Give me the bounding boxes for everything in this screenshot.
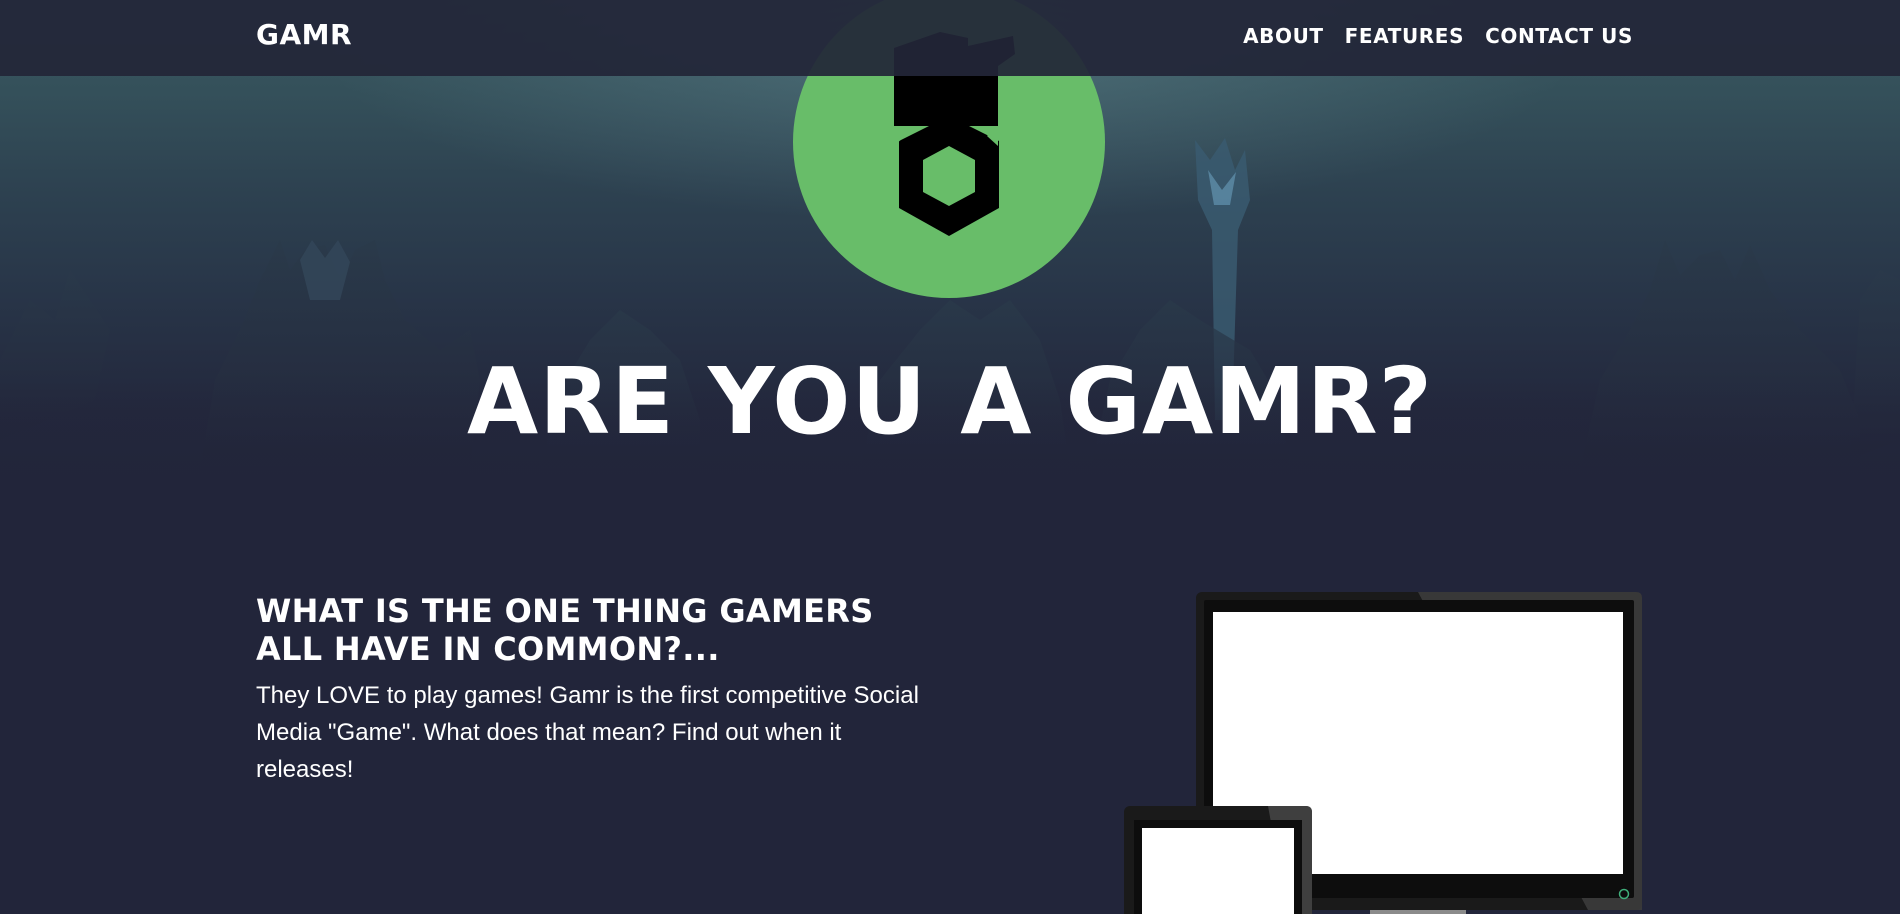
nav-link-features[interactable]: FEATURES [1345, 24, 1464, 48]
devices-mockup [1118, 588, 1648, 914]
monitor-and-tablet-mockup-icon [1124, 592, 1642, 914]
nav-links: ABOUT FEATURES CONTACT US [1243, 24, 1633, 48]
nav-link-contact-us[interactable]: CONTACT US [1485, 24, 1633, 48]
nav-link-about[interactable]: ABOUT [1243, 24, 1324, 48]
section-body-text: They LOVE to play games! Gamr is the fir… [256, 682, 919, 783]
section-heading: WHAT IS THE ONE THING GAMERS ALL HAVE IN… [256, 592, 874, 668]
hero-title: ARE YOU A GAMR? [467, 348, 1433, 455]
navbar: GAMR ABOUT FEATURES CONTACT US [0, 0, 1900, 76]
brand-logo-link[interactable]: GAMR [256, 18, 352, 51]
